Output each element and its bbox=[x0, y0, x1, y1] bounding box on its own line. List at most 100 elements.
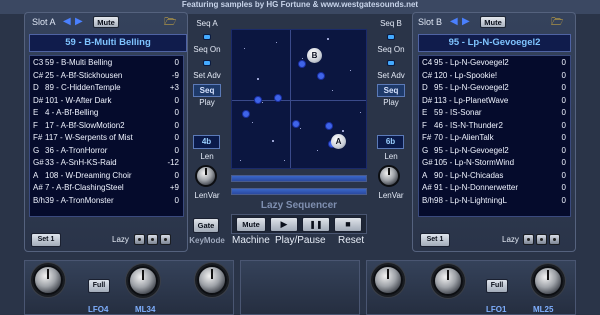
seq-a-lenvar-knob[interactable] bbox=[195, 165, 217, 187]
seq-a-position-slider[interactable] bbox=[231, 175, 367, 182]
slot-a-prev-icon[interactable]: ◀ bbox=[63, 17, 71, 27]
list-item[interactable]: C# 120 - Lp-Spookie! 0 bbox=[419, 70, 570, 83]
list-item[interactable]: E 59 - IS-Sonar 0 bbox=[419, 107, 570, 120]
list-item[interactable]: A 108 - W-Dreaming Choir 0 bbox=[30, 170, 183, 183]
slot-a-lazy-knob-2[interactable] bbox=[147, 234, 158, 245]
seq-a-on-led[interactable] bbox=[203, 34, 211, 40]
list-item[interactable]: D 89 - C-HiddenTemple +3 bbox=[30, 82, 183, 95]
list-item-name: 70 - Lp-AlienTalk bbox=[434, 133, 494, 142]
full-right-button[interactable]: Full bbox=[486, 279, 508, 293]
list-item[interactable]: A# 91 - Lp-N-Donnerwetter 0 bbox=[419, 182, 570, 195]
list-item[interactable]: C3 59 - B-Multi Belling 0 bbox=[30, 57, 183, 70]
slot-b-mute-button[interactable]: Mute bbox=[480, 16, 506, 28]
list-item[interactable]: G# 33 - A-SnH-KS-Raid -12 bbox=[30, 157, 183, 170]
slider-bottom-fill bbox=[232, 189, 366, 194]
list-item[interactable]: D# 101 - W-After Dark 0 bbox=[30, 95, 183, 108]
seq-a-seq-button[interactable]: Seq bbox=[193, 84, 221, 97]
list-item[interactable]: G 36 - A-TronHorror 0 bbox=[30, 145, 183, 158]
slot-b-prev-icon[interactable]: ◀ bbox=[450, 17, 458, 27]
slot-b-lazy-knob-3[interactable] bbox=[549, 234, 560, 245]
slot-b-lazy-knob-1[interactable] bbox=[523, 234, 534, 245]
full-left-button[interactable]: Full bbox=[88, 279, 110, 293]
list-item[interactable]: F 17 - A-Bf-SlowMotion2 0 bbox=[30, 120, 183, 133]
list-item-note: F bbox=[422, 120, 427, 130]
ml-right-label: ML25 bbox=[533, 305, 554, 314]
list-item[interactable]: C4 95 - Lp-N-Gevoegel2 0 bbox=[419, 57, 570, 70]
seq-step-dot[interactable] bbox=[274, 94, 282, 102]
seq-b-setadv-led[interactable] bbox=[387, 60, 395, 66]
slot-b-folder-icon[interactable]: 🗁 bbox=[551, 15, 563, 32]
list-item-note: D# bbox=[33, 95, 44, 105]
list-item[interactable]: F# 117 - W-Serpents of Mist 0 bbox=[30, 132, 183, 145]
seq-step-dot[interactable] bbox=[298, 60, 306, 68]
seq-b-len-value[interactable]: 6b bbox=[377, 135, 404, 149]
list-item[interactable]: D 95 - Lp-N-Gevoegel2 0 bbox=[419, 82, 570, 95]
list-item-offset: 0 bbox=[174, 145, 179, 155]
list-item-note: E bbox=[422, 108, 428, 117]
seq-b-lenvar-knob[interactable] bbox=[378, 165, 400, 187]
seq-b-on-label: Seq On bbox=[377, 45, 405, 54]
xy-pad-v-axis bbox=[290, 30, 291, 168]
list-item[interactable]: A# 7 - A-Bf-ClashingSteel +9 bbox=[30, 182, 183, 195]
bottom-knob-5[interactable] bbox=[433, 266, 463, 296]
list-item-name: 59 - B-Multi Belling bbox=[45, 58, 113, 67]
slot-b-lazy-knob-2[interactable] bbox=[536, 234, 547, 245]
list-item-name: 36 - A-TronHorror bbox=[45, 145, 108, 155]
slot-a-folder-icon[interactable]: 🗁 bbox=[164, 15, 176, 32]
seq-b-position-slider[interactable] bbox=[231, 188, 367, 195]
list-item-offset: +3 bbox=[169, 83, 179, 92]
seq-step-dot[interactable] bbox=[317, 72, 325, 80]
slot-a-lazy-knob-1[interactable] bbox=[134, 234, 145, 245]
slot-a-lazy-knob-3[interactable] bbox=[160, 234, 171, 245]
list-item[interactable]: G# 105 - Lp-N-StormWind 0 bbox=[419, 157, 570, 170]
list-item-name: 91 - Lp-N-Donnerwetter bbox=[434, 183, 519, 192]
list-item[interactable]: E 4 - A-Bf-Belling 0 bbox=[30, 107, 183, 120]
list-item[interactable]: F 46 - IS-N-Thunder2 0 bbox=[419, 120, 570, 133]
stop-icon[interactable]: ■ bbox=[334, 217, 362, 232]
slot-a-set-button[interactable]: Set 1 bbox=[31, 233, 61, 247]
seq-step-dot[interactable] bbox=[242, 110, 250, 118]
gate-button[interactable]: Gate bbox=[193, 218, 219, 233]
seq-a-lenvar-label: LenVar bbox=[194, 191, 220, 200]
slot-b-set-button[interactable]: Set 1 bbox=[420, 233, 450, 247]
list-item[interactable]: A 90 - Lp-N-Chicadas 0 bbox=[419, 170, 570, 183]
xy-pad[interactable]: B A bbox=[231, 29, 367, 169]
slot-b-next-icon[interactable]: ▶ bbox=[462, 17, 470, 27]
seq-a-len-value[interactable]: 4b bbox=[193, 135, 220, 149]
slot-a-list: C3 59 - B-Multi Belling 0 C# 25 - A-Bf-Stic… bbox=[29, 55, 184, 217]
seq-step-dot[interactable] bbox=[325, 122, 333, 130]
list-item-offset: 0 bbox=[561, 108, 566, 117]
list-item-offset: -12 bbox=[167, 158, 179, 167]
list-item-offset: 0 bbox=[561, 83, 566, 92]
list-item[interactable]: D# 113 - Lp-PlanetWave 0 bbox=[419, 95, 570, 108]
seq-marker-a[interactable]: A bbox=[331, 134, 346, 149]
bottom-knob-1[interactable] bbox=[33, 265, 63, 295]
seq-step-dot[interactable] bbox=[254, 96, 262, 104]
seq-b-seq-button[interactable]: Seq bbox=[377, 84, 405, 97]
list-item-offset: +9 bbox=[169, 183, 179, 192]
play-icon[interactable]: ▶ bbox=[270, 217, 298, 232]
bottom-knob-6[interactable] bbox=[533, 266, 563, 296]
seq-a-setadv-led[interactable] bbox=[203, 60, 211, 66]
seq-step-dot[interactable] bbox=[292, 120, 300, 128]
mute-button[interactable]: Mute bbox=[236, 217, 266, 232]
list-item[interactable]: G 95 - Lp-N-Gevoegel2 0 bbox=[419, 145, 570, 158]
seq-b-on-led[interactable] bbox=[387, 34, 395, 40]
list-item-offset: 0 bbox=[174, 195, 179, 205]
seq-marker-b[interactable]: B bbox=[307, 48, 322, 63]
bottom-knob-3[interactable] bbox=[197, 265, 227, 295]
bottom-knob-4[interactable] bbox=[373, 265, 403, 295]
pause-icon[interactable]: ❚❚ bbox=[302, 217, 330, 232]
slot-a-mute-button[interactable]: Mute bbox=[93, 16, 119, 28]
slot-a-lazy-label: Lazy bbox=[112, 235, 129, 244]
sequencer-title: Lazy Sequencer bbox=[260, 200, 338, 211]
slot-a-label: Slot A bbox=[32, 17, 56, 27]
slot-a-next-icon[interactable]: ▶ bbox=[75, 17, 83, 27]
list-item[interactable]: B/h 98 - Lp-N-LightningL 0 bbox=[419, 195, 570, 208]
list-item[interactable]: B/h 39 - A-TronMonster 0 bbox=[30, 195, 183, 208]
list-item[interactable]: F# 70 - Lp-AlienTalk 0 bbox=[419, 132, 570, 145]
bottom-knob-2[interactable] bbox=[128, 266, 158, 296]
list-item[interactable]: C# 25 - A-Bf-Stickhousen -9 bbox=[30, 70, 183, 83]
slider-top-fill bbox=[232, 176, 366, 181]
list-item-name: 98 - Lp-N-LightningL bbox=[434, 195, 507, 205]
